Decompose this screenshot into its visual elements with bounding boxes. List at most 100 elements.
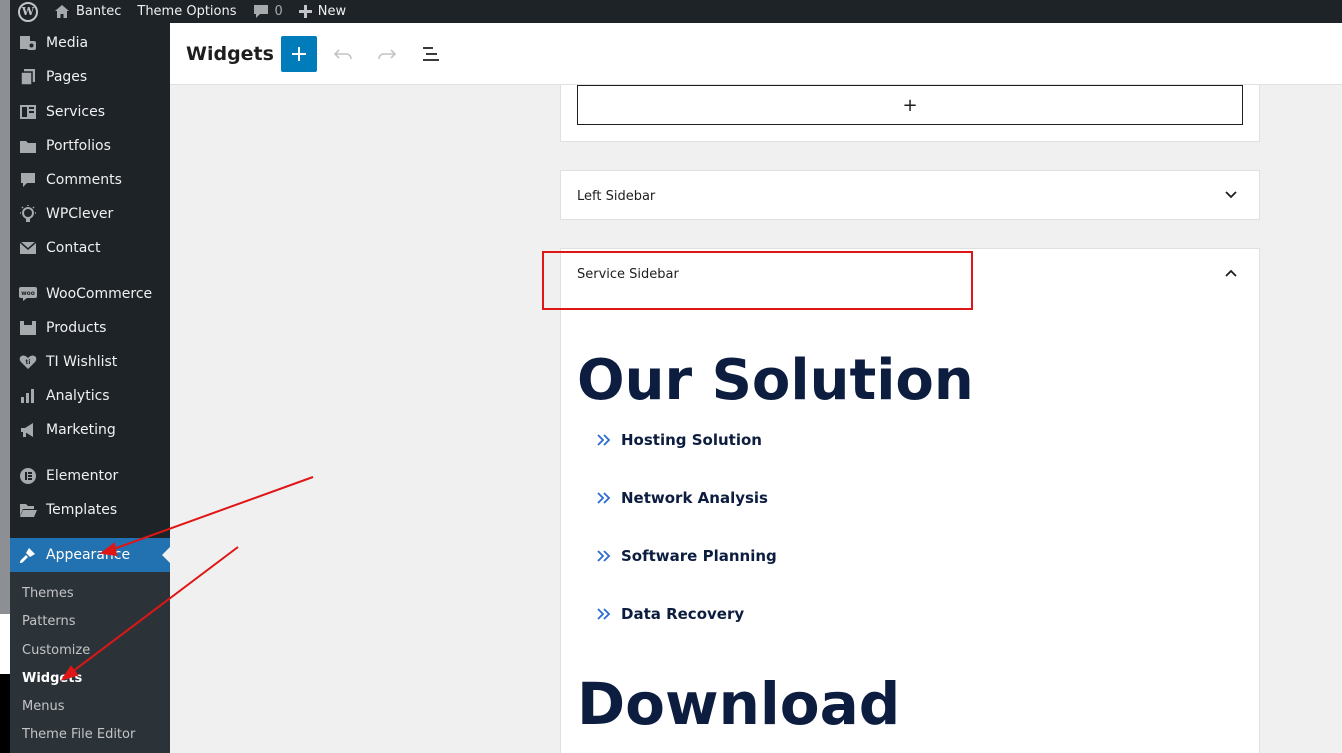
sidebar-item-label: Products — [46, 320, 107, 336]
redo-icon — [378, 49, 397, 60]
sidebar-item-label: Portfolios — [46, 138, 111, 154]
comment-icon — [253, 5, 268, 18]
site-name: Bantec — [76, 4, 122, 19]
heading-block[interactable]: Our Solution — [577, 348, 974, 413]
wordpress-icon: W — [18, 1, 38, 22]
page-title: Widgets — [186, 42, 274, 65]
sidebar-item-label: Contact — [46, 240, 101, 256]
plus-icon — [292, 47, 306, 61]
services-icon — [18, 102, 38, 122]
sidebar-item-marketing[interactable]: Marketing — [10, 413, 170, 447]
sidebar-item-label: Comments — [46, 172, 122, 188]
sidebar-item-label: Pages — [46, 69, 88, 85]
home-icon — [55, 5, 69, 18]
chevron-up-icon[interactable] — [1225, 269, 1237, 277]
new-content-link[interactable]: New — [291, 0, 354, 23]
list-item-label: Software Planning — [621, 547, 777, 565]
folder-open-icon — [18, 500, 38, 520]
elementor-icon — [18, 466, 38, 486]
mail-icon — [18, 238, 38, 258]
sidebar-item-label: Appearance — [46, 547, 131, 563]
editor-header: Widgets — [170, 23, 1342, 85]
submenu-customize[interactable]: Customize — [22, 643, 90, 658]
left-screen-edge — [0, 0, 10, 753]
widget-area-left-sidebar[interactable]: Left Sidebar — [560, 170, 1260, 220]
appearance-submenu: Themes Patterns Customize Widgets Menus … — [10, 572, 170, 753]
list-item[interactable]: Software Planning — [597, 547, 777, 565]
block-appender-button[interactable]: + — [577, 85, 1243, 125]
theme-options-label: Theme Options — [137, 4, 237, 19]
undo-icon — [333, 49, 352, 60]
sidebar-item-elementor[interactable]: Elementor — [10, 459, 170, 493]
lightbulb-icon — [18, 204, 38, 224]
sidebar-item-comments[interactable]: Comments — [10, 163, 170, 197]
heading-block[interactable]: Download — [577, 670, 900, 738]
site-name-link[interactable]: Bantec — [46, 0, 129, 23]
double-chevron-right-icon — [597, 434, 611, 446]
sidebar-item-products[interactable]: Products — [10, 311, 170, 345]
sidebar-item-portfolios[interactable]: Portfolios — [10, 129, 170, 163]
list-item-label: Data Recovery — [621, 605, 745, 623]
submenu-widgets[interactable]: Widgets — [22, 671, 82, 686]
sidebar-item-analytics[interactable]: Analytics — [10, 379, 170, 413]
comment-icon — [18, 170, 38, 190]
products-icon — [18, 318, 38, 338]
sidebar-item-ti-wishlist[interactable]: ti TI Wishlist — [10, 345, 170, 379]
sidebar-item-label: WPClever — [46, 206, 114, 222]
media-icon — [18, 33, 38, 53]
list-item[interactable]: Hosting Solution — [597, 431, 762, 449]
sidebar-item-label: Templates — [46, 502, 118, 518]
folder-icon — [18, 136, 38, 156]
pages-icon — [18, 67, 38, 87]
bar-chart-icon — [18, 386, 38, 406]
sidebar-item-services[interactable]: Services — [10, 95, 170, 129]
sidebar-item-label: Marketing — [46, 422, 116, 438]
admin-sidebar: Media Pages Services Portfolios Comments… — [10, 23, 170, 753]
sidebar-item-contact[interactable]: Contact — [10, 231, 170, 265]
paintbrush-icon — [18, 545, 38, 565]
list-item[interactable]: Data Recovery — [597, 605, 744, 623]
sidebar-item-appearance[interactable]: Appearance — [10, 538, 170, 572]
widget-area-title: Left Sidebar — [577, 189, 656, 204]
double-chevron-right-icon — [597, 608, 611, 620]
edge-segment — [0, 614, 10, 674]
new-label: New — [317, 4, 347, 19]
submenu-menus[interactable]: Menus — [22, 699, 64, 714]
chevron-down-icon[interactable] — [1225, 191, 1237, 199]
list-view-icon — [423, 47, 439, 61]
sidebar-item-media[interactable]: Media — [10, 26, 170, 60]
svg-text:ti: ti — [26, 359, 31, 366]
edge-segment — [0, 674, 10, 753]
list-item-label: Hosting Solution — [621, 431, 762, 449]
sidebar-item-label: Media — [46, 35, 89, 51]
svg-text:woo: woo — [21, 290, 35, 297]
theme-options-link[interactable]: Theme Options — [129, 0, 244, 23]
sidebar-item-label: WooCommerce — [46, 286, 153, 302]
sidebar-item-pages[interactable]: Pages — [10, 60, 170, 94]
woo-icon: woo — [18, 284, 38, 304]
wp-logo-menu[interactable]: W — [10, 0, 46, 23]
plus-icon — [298, 5, 312, 18]
list-view-button[interactable] — [413, 36, 449, 72]
sidebar-item-templates[interactable]: Templates — [10, 493, 170, 527]
list-item-label: Network Analysis — [621, 489, 768, 507]
list-item[interactable]: Network Analysis — [597, 489, 768, 507]
double-chevron-right-icon — [597, 550, 611, 562]
sidebar-item-label: Analytics — [46, 388, 110, 404]
admin-bar: W Bantec Theme Options 0 New — [10, 0, 1342, 23]
sidebar-item-label: Elementor — [46, 468, 119, 484]
submenu-theme-file-editor[interactable]: Theme File Editor — [22, 727, 135, 742]
redo-button[interactable] — [369, 36, 405, 72]
megaphone-icon — [18, 420, 38, 440]
submenu-patterns[interactable]: Patterns — [22, 614, 76, 629]
sidebar-item-label: TI Wishlist — [46, 354, 118, 370]
comments-link[interactable]: 0 — [245, 0, 291, 23]
undo-button[interactable] — [325, 36, 361, 72]
submenu-themes[interactable]: Themes — [22, 586, 74, 601]
double-chevron-right-icon — [597, 492, 611, 504]
sidebar-item-woocommerce[interactable]: woo WooCommerce — [10, 277, 170, 311]
comments-count: 0 — [274, 4, 283, 19]
plus-icon: + — [902, 94, 918, 116]
sidebar-item-wpclever[interactable]: WPClever — [10, 197, 170, 231]
add-block-button[interactable] — [281, 36, 317, 72]
